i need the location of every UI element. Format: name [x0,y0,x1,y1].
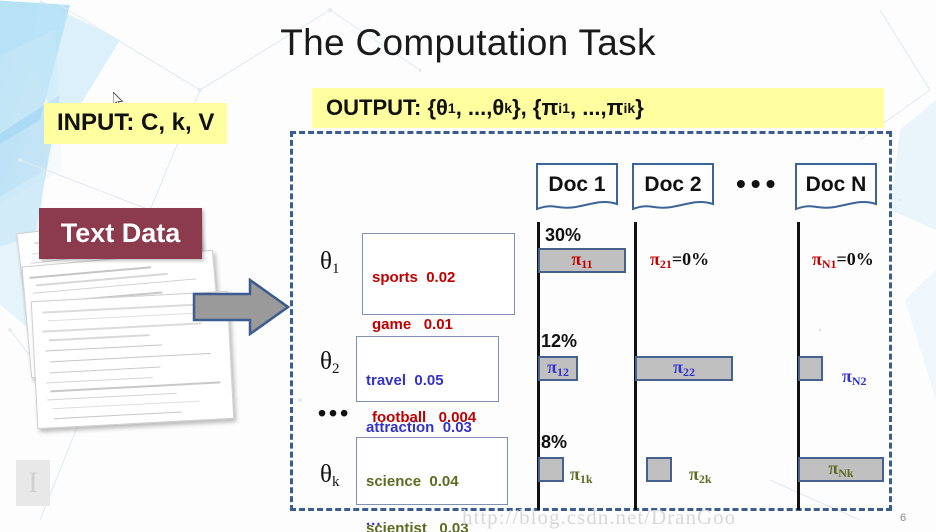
theta-sub: k [332,474,340,490]
paper-text-line [50,366,161,373]
page-title: The Computation Task [0,22,936,64]
topic-row: game 0.01 [372,317,506,333]
output-mid-1: , ..., [456,95,493,121]
topic-prob: 0.05 [414,372,443,389]
output-prefix: OUTPUT: { [326,95,436,121]
topic-prob: 0.02 [426,269,455,286]
percent-label-doc1-topic2: 12% [541,331,577,352]
output-theta-first-sub: 1 [448,100,456,116]
output-pi-first-sub: i1 [558,100,570,116]
doc-header-2: Doc 2 [632,163,714,211]
topic-row: travel 0.05 [366,373,490,389]
topic-word: attraction [366,419,434,436]
output-theta-first: θ [436,95,448,121]
paper-text-line [48,334,149,341]
input-banner: INPUT: C, k, V [44,103,227,144]
paper-text-line [42,323,201,333]
theta-label-1: θ1 [320,248,339,278]
paper-text-line [47,392,177,400]
pi-bar-n2 [798,356,823,381]
document-stack [4,222,264,472]
pi-label-1k: π1k [570,464,593,487]
pi-label-nk: πNk [828,458,853,481]
paper-text-line [48,312,200,321]
pi-bar-2k [646,457,672,482]
output-mid-3: , ..., [570,95,607,121]
topic-prob: 0.01 [424,316,453,333]
theta-label-k: θk [320,461,339,491]
topic-box-2: travel 0.05 attraction 0.03 trip 0.01 ..… [356,336,499,402]
doc-header-n: Doc N [795,163,877,211]
topic-word: science [366,473,421,490]
paper-text-line [33,278,196,294]
paper-text-line [51,382,220,392]
doc-header-label: Doc N [795,163,877,207]
topic-word: travel [366,372,406,389]
slide-canvas: The Computation Task INPUT: C, k, V OUTP… [0,0,936,532]
topic-row: sports 0.02 [372,270,506,286]
topic-box-k: science 0.04 scientist 0.03 spaceship 0.… [356,437,508,505]
theta-symbol: θ [320,248,332,275]
watermark: http://blog.csdn.net/DranGoo [462,505,736,530]
output-suffix: } [635,95,644,121]
pi-label-n2: πN2 [842,366,867,389]
topic-word: game [372,316,411,333]
paper-text-line [53,400,200,409]
theta-label-2: θ2 [320,348,339,378]
pi-bar-11: π11 [538,248,626,273]
topic-word: scientist [366,520,427,532]
pi-label-2k: π2k [689,464,712,487]
pi-label-n1: πN1=0% [812,249,874,272]
pi-label-11: π11 [571,249,592,272]
doc-header-ellipsis: ••• [736,168,780,200]
pi-bar-12: π12 [538,356,578,381]
output-banner: OUTPUT: { θ1 , ..., θk }, { π i1 , ..., π… [312,88,884,128]
output-theta-last-sub: k [504,100,512,116]
pi-bar-22: π22 [635,356,733,381]
pi-bar-nk: πNk [798,457,884,482]
topic-word: sports [372,269,418,286]
paper-text-line [54,411,182,419]
doc-header-1: Doc 1 [536,163,618,211]
topic-prob: 0.04 [429,473,458,490]
percent-label-doc1-topic1: 30% [545,225,581,246]
theta-sub: 2 [332,361,340,377]
topic-row: science 0.04 [366,474,499,490]
topic-vertical-ellipsis: ••• [318,400,351,427]
theta-symbol: θ [320,348,332,375]
theta-symbol: θ [320,461,332,488]
output-pi-last: π [607,95,624,121]
doc-header-label: Doc 1 [536,163,618,207]
page-number: 6 [900,512,906,524]
topic-box-1: sports 0.02 game 0.01 basketball 0.005 f… [362,233,515,315]
pi-bar-1k [538,457,564,482]
doc-header-label: Doc 2 [632,163,714,207]
paper-text-line [49,353,211,363]
output-theta-last: θ [492,95,504,121]
paper-text-line [47,377,154,384]
text-data-label: Text Data [39,208,202,259]
paper-text-line [45,344,162,352]
output-pi-last-sub: ik [624,100,636,116]
output-mid-2: }, { [512,95,541,121]
theta-sub: 1 [332,261,340,277]
topic-prob: 0.03 [443,419,472,436]
pi-label-21: π21=0% [650,249,709,272]
percent-label-doc1-topick: 8% [541,432,567,453]
right-arrow-icon [192,278,290,341]
output-pi-first: π [541,95,558,121]
pi-label-12: π12 [547,357,569,380]
topic-row: attraction 0.03 [366,420,490,436]
pi-label-22: π22 [673,357,695,380]
